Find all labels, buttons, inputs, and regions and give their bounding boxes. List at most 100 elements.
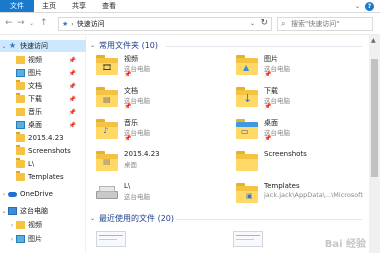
folder-tile-downloads[interactable]: ↓ 下载 这台电脑 📌 <box>228 84 368 112</box>
folder-tile-l-drive[interactable]: L\ 这台电脑 <box>88 180 228 208</box>
sidebar-item-downloads[interactable]: 下载 📌 <box>0 93 86 105</box>
folder-tile-music[interactable]: ♪ 音乐 这台电脑 📌 <box>88 116 228 144</box>
ribbon-tabs: 文件 主页 共享 查看 ⌄ ? <box>0 0 380 13</box>
group-header-frequent-folders[interactable]: ⌄ 常用文件夹 (10) <box>90 40 158 51</box>
pictures-folder-icon <box>16 69 25 77</box>
folder-name: 2015.4.23 <box>124 150 160 158</box>
scroll-up-arrow-icon[interactable]: ▲ <box>371 37 376 44</box>
sidebar-item-label: L\ <box>28 160 35 168</box>
folder-icon <box>236 150 258 172</box>
tab-share[interactable]: 共享 <box>64 0 94 12</box>
sidebar-item-label: 桌面 <box>28 121 42 129</box>
pin-icon: 📌 <box>68 56 76 64</box>
folder-icon <box>16 171 25 181</box>
drive-icon <box>96 182 118 204</box>
folder-tile-pictures[interactable]: ▲ 图片 这台电脑 📌 <box>228 52 368 80</box>
quick-access-star-icon: ★ <box>62 20 69 28</box>
expand-chevron-icon[interactable]: › <box>0 191 8 198</box>
folder-icon <box>16 145 25 155</box>
tab-view[interactable]: 查看 <box>94 0 124 12</box>
breadcrumb-separator-icon[interactable]: › <box>71 21 73 28</box>
sidebar-item-videos[interactable]: 视频 📌 <box>0 54 86 66</box>
sidebar-item-templates[interactable]: Templates <box>0 171 86 183</box>
pin-icon: 📌 <box>68 121 76 129</box>
pin-icon: 📌 <box>68 69 76 77</box>
sidebar-item-label: 音乐 <box>28 108 42 116</box>
expand-chevron-icon[interactable]: › <box>8 222 16 229</box>
help-icon[interactable]: ? <box>365 1 374 11</box>
documents-folder-icon: ▤ <box>96 86 118 108</box>
folder-tile-templates[interactable]: ▣ Templates jack.jack\AppData\...\Micros… <box>228 180 368 208</box>
pin-icon: 📌 <box>264 71 272 78</box>
collapse-chevron-icon[interactable]: ⌄ <box>0 208 8 215</box>
sidebar-item-pc-videos[interactable]: › 视频 <box>0 219 86 231</box>
pin-icon: 📌 <box>124 135 132 142</box>
folder-name: L\ <box>124 182 131 190</box>
collapse-chevron-icon[interactable]: ⌄ <box>90 215 95 222</box>
breadcrumb-current[interactable]: 快速访问 <box>77 19 105 29</box>
up-arrow-icon[interactable]: ↑ <box>40 18 48 28</box>
tab-file[interactable]: 文件 <box>0 0 34 12</box>
scrollbar-thumb[interactable] <box>371 59 378 177</box>
tab-home[interactable]: 主页 <box>34 0 64 12</box>
sidebar-item-pc-pictures[interactable]: › 图片 <box>0 233 86 245</box>
sidebar-item-music[interactable]: 音乐 📌 <box>0 106 86 118</box>
recent-file-thumbnail[interactable] <box>233 231 263 247</box>
group-divider <box>176 219 362 220</box>
music-folder-icon <box>16 108 25 116</box>
back-arrow-icon[interactable]: ← <box>5 18 13 28</box>
recent-locations-chevron-icon[interactable]: ⌄ <box>29 20 34 27</box>
sidebar-item-2015-4-23[interactable]: 2015.4.23 <box>0 132 86 144</box>
collapse-chevron-icon[interactable]: ⌄ <box>90 42 95 49</box>
group-divider <box>166 46 362 47</box>
sidebar-item-pictures[interactable]: 图片 📌 <box>0 67 86 79</box>
folder-tile-documents[interactable]: ▤ 文档 这台电脑 📌 <box>88 84 228 112</box>
sidebar-item-onedrive[interactable]: › OneDrive <box>0 188 86 200</box>
address-row: ← → ⌄ ↑ ★ › 快速访问 ⌄ ↻ ⌕ <box>0 13 380 35</box>
folder-icon <box>16 132 25 142</box>
folder-tile-videos[interactable]: 🎞 视频 这台电脑 📌 <box>88 52 228 80</box>
folder-with-documents-icon: ▤ <box>96 150 118 172</box>
video-folder-icon: 🎞 <box>96 54 118 76</box>
sidebar-item-label: 视频 <box>28 221 42 229</box>
folder-location: 桌面 <box>124 161 137 169</box>
sidebar-item-l-drive[interactable]: L\ <box>0 158 86 170</box>
downloads-folder-icon: ↓ <box>236 86 258 108</box>
sidebar-item-documents[interactable]: 文档 📌 <box>0 80 86 92</box>
pin-icon: 📌 <box>264 103 272 110</box>
folder-tile-desktop[interactable]: ▭ 桌面 这台电脑 📌 <box>228 116 368 144</box>
folder-tile-screenshots[interactable]: Screenshots <box>228 148 368 176</box>
star-icon: ★ <box>8 41 17 50</box>
address-dropdown-icon[interactable]: ⌄ <box>250 20 255 27</box>
group-title: 最近使用的文件 (20) <box>99 214 174 223</box>
sidebar-item-label: 这台电脑 <box>20 207 48 215</box>
pin-icon: 📌 <box>68 82 76 90</box>
cloud-icon <box>8 191 17 197</box>
search-input[interactable] <box>291 20 371 28</box>
folder-location: 这台电脑 <box>124 193 150 201</box>
sidebar-item-label: 快速访问 <box>20 42 48 50</box>
recent-file-thumbnail[interactable] <box>96 231 126 247</box>
collapse-chevron-icon[interactable]: ⌄ <box>0 43 8 50</box>
sidebar-item-label: 图片 <box>28 69 42 77</box>
sidebar-item-quick-access[interactable]: ⌄ ★ 快速访问 <box>0 40 86 52</box>
sidebar-item-screenshots[interactable]: Screenshots <box>0 145 86 157</box>
downloads-folder-icon <box>16 93 25 103</box>
folder-tile-2015-4-23[interactable]: ▤ 2015.4.23 桌面 <box>88 148 228 176</box>
forward-arrow-icon[interactable]: → <box>17 18 25 28</box>
navigation-pane: ⌄ ★ 快速访问 视频 📌 图片 📌 文档 📌 下载 📌 音乐 📌 桌面 📌 2… <box>0 35 86 253</box>
address-bar[interactable]: ★ › 快速访问 ⌄ ↻ <box>58 17 272 31</box>
search-box[interactable]: ⌕ <box>277 17 373 31</box>
sidebar-item-label: 2015.4.23 <box>28 134 64 142</box>
sidebar-item-label: 文档 <box>28 82 42 90</box>
search-icon: ⌕ <box>281 19 286 28</box>
folder-icon <box>16 158 25 168</box>
expand-ribbon-icon[interactable]: ⌄ <box>355 3 360 10</box>
vertical-scrollbar[interactable]: ▲ <box>369 35 380 253</box>
expand-chevron-icon[interactable]: › <box>8 236 16 243</box>
sidebar-item-desktop[interactable]: 桌面 📌 <box>0 119 86 131</box>
refresh-icon[interactable]: ↻ <box>260 18 268 28</box>
sidebar-item-this-pc[interactable]: ⌄ 这台电脑 <box>0 205 86 217</box>
documents-folder-icon <box>16 80 25 90</box>
group-header-recent-files[interactable]: ⌄ 最近使用的文件 (20) <box>90 213 174 224</box>
